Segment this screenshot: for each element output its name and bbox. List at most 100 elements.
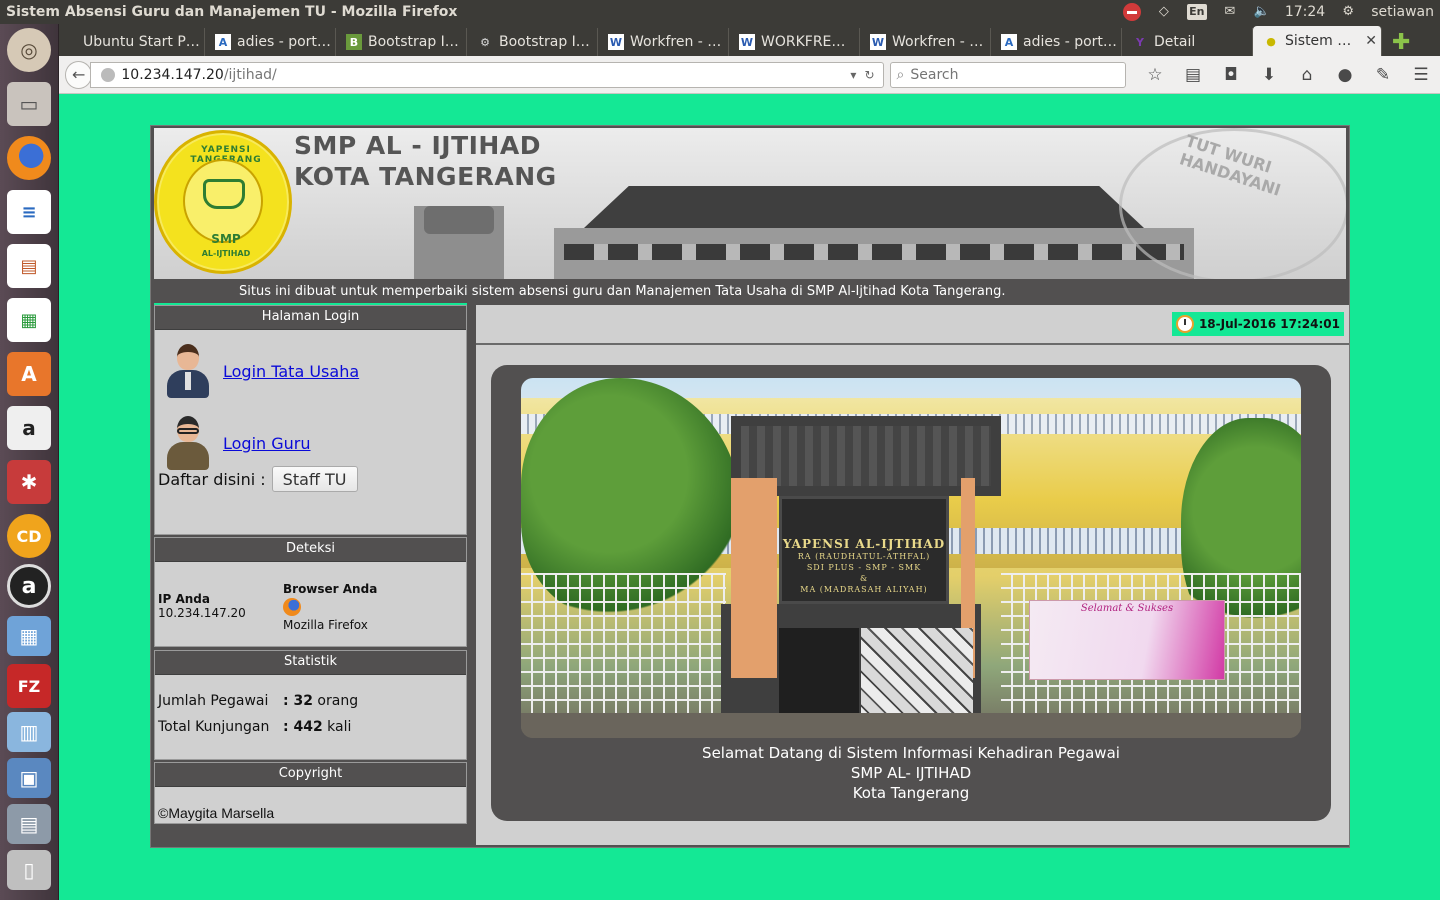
welcome-line1: Selamat Datang di Sistem Informasi Kehad…	[702, 744, 1120, 762]
statistics-panel: Statistik Jumlah Pegawai : 32 orang Tota…	[154, 650, 467, 760]
app-icon[interactable]: ▥	[7, 712, 51, 752]
register-staff-tu-button[interactable]: Staff TU	[271, 466, 358, 492]
window-title: Sistem Absensi Guru dan Manajemen TU - M…	[6, 4, 458, 20]
tab[interactable]: B Bootstrap I…	[336, 28, 467, 56]
search-bar[interactable]: ⌕	[889, 61, 1126, 88]
amazon-icon[interactable]: a	[7, 406, 51, 450]
visit-count-unit: kali	[322, 719, 352, 735]
site-title-line2: KOTA TANGERANG	[294, 162, 557, 191]
tab[interactable]: A adies - port…	[205, 28, 336, 56]
libreoffice-writer-icon[interactable]: ≡	[7, 190, 51, 234]
copyright-panel-heading: Copyright	[155, 763, 466, 787]
school-logo: YAPENSI TANGERANG SMP AL-IJTIHAD	[154, 130, 292, 274]
page-viewport: TUT WURI HANDAYANI YAPENSI TANGERANG SMP…	[59, 94, 1440, 900]
tab-label: Detail	[1154, 34, 1196, 50]
login-panel: Halaman Login Login Tata Usaha Login Gur…	[154, 305, 467, 535]
libreoffice-impress-icon[interactable]: ▤	[7, 244, 51, 288]
workspaces-icon[interactable]: ▦	[7, 616, 51, 656]
site-title-line1: SMP AL - IJTIHAD	[294, 131, 541, 160]
home-icon[interactable]: ⌂	[1288, 61, 1326, 89]
detection-panel: Deteksi IP Anda 10.234.147.20 Browser An…	[154, 537, 467, 647]
tab[interactable]: W Workfren - …	[860, 28, 991, 56]
site-header: TUT WURI HANDAYANI YAPENSI TANGERANG SMP…	[154, 128, 1346, 279]
clock-icon	[1175, 315, 1194, 333]
extension-icon[interactable]: ✎	[1364, 61, 1402, 89]
detection-panel-heading: Deteksi	[155, 538, 466, 562]
pocket-icon[interactable]: ◘	[1212, 61, 1250, 89]
welcome-message: Selamat Datang di Sistem Informasi Kehad…	[491, 743, 1331, 803]
wifi-icon[interactable]: ◇	[1155, 4, 1173, 20]
page-container: TUT WURI HANDAYANI YAPENSI TANGERANG SMP…	[150, 125, 1350, 848]
user-name[interactable]: setiawan	[1371, 4, 1434, 20]
menu-icon[interactable]: ☰	[1402, 61, 1440, 89]
congratulation-banner: Selamat & Sukses	[1029, 600, 1225, 680]
libreoffice-calc-icon[interactable]: ▦	[7, 298, 51, 342]
filezilla-icon[interactable]: FZ	[7, 664, 51, 708]
url-bar[interactable]: 10.234.147.20/ijtihad/ ▾ ↻	[90, 61, 884, 88]
tab-favicon: W	[608, 34, 624, 50]
teacher-avatar-icon	[163, 414, 213, 472]
sidebar: Halaman Login Login Tata Usaha Login Gur…	[152, 305, 469, 845]
employee-count-label: Jumlah Pegawai	[158, 693, 269, 709]
browser-label: Browser Anda	[283, 582, 378, 596]
tab[interactable]: A adies - port…	[991, 28, 1122, 56]
login-guru-link[interactable]: Login Guru	[223, 434, 311, 453]
app-icon[interactable]: ▣	[7, 758, 51, 798]
back-button[interactable]: ←	[65, 60, 93, 89]
datetime-display: 18-Jul-2016 17:24:01	[1171, 312, 1344, 336]
ubuntu-software-icon[interactable]: A	[7, 352, 51, 396]
files-icon[interactable]: ▭	[7, 82, 51, 126]
tab-label: Workfren - …	[892, 34, 984, 50]
employee-count-unit: orang	[312, 693, 359, 709]
tab-favicon: ⚙	[480, 35, 490, 49]
bookmark-star-icon[interactable]: ☆	[1136, 61, 1174, 89]
main-top-bar: 18-Jul-2016 17:24:01	[476, 305, 1349, 345]
dash-home-icon[interactable]: ◎	[7, 28, 51, 72]
cd-burner-icon[interactable]: CD	[7, 514, 51, 558]
stop-icon[interactable]	[1122, 3, 1141, 21]
reload-icon[interactable]: ↻	[864, 68, 874, 82]
login-tata-usaha-link[interactable]: Login Tata Usaha	[223, 362, 359, 381]
site-info-icon[interactable]	[101, 67, 116, 82]
audacious-icon[interactable]: a	[7, 564, 51, 608]
tab[interactable]: W Workfren - …	[598, 28, 729, 56]
volume-icon[interactable]: 🔈	[1253, 4, 1271, 20]
chat-icon[interactable]: ●	[1326, 61, 1364, 89]
trash-icon[interactable]: ▯	[7, 850, 51, 890]
employee-count-value: : 32	[283, 693, 313, 709]
search-input[interactable]	[910, 66, 1111, 83]
tab[interactable]: Ubuntu Start P…	[59, 28, 205, 56]
tab-favicon: B	[346, 34, 362, 50]
tab[interactable]: ⚙ Bootstrap I…	[467, 28, 598, 56]
tab-label: WORKFRE…	[761, 34, 846, 50]
history-dropdown-icon[interactable]: ▾	[850, 68, 856, 82]
site-title: SMP AL - IJTIHAD KOTA TANGERANG	[294, 130, 557, 192]
url-host: 10.234.147.20	[121, 66, 224, 83]
navigation-bar: ← 10.234.147.20/ijtihad/ ▾ ↻ ⌕ ☆ ▤ ◘ ⬇ ⌂ …	[59, 56, 1440, 94]
statistics-panel-heading: Statistik	[155, 651, 466, 675]
app-icon[interactable]: ▤	[7, 804, 51, 844]
tab[interactable]: W WORKFRE…	[729, 28, 860, 56]
visit-count-label: Total Kunjungan	[158, 719, 270, 735]
main-content: 18-Jul-2016 17:24:01 YAPENSI AL-IJTIHAD …	[476, 305, 1349, 845]
system-settings-icon[interactable]: ✱	[7, 460, 51, 504]
tab-label: adies - port…	[1023, 34, 1117, 50]
keyboard-language-indicator[interactable]: En	[1186, 4, 1207, 20]
tab[interactable]: Y Detail	[1122, 28, 1253, 56]
mail-icon[interactable]: ✉	[1221, 4, 1239, 20]
toolbar-icons: ☆ ▤ ◘ ⬇ ⌂ ● ✎ ☰	[1136, 61, 1440, 89]
tab-favicon: W	[739, 34, 755, 50]
url-path: /ijtihad/	[223, 66, 277, 83]
firefox-icon[interactable]	[7, 136, 51, 180]
gear-icon[interactable]: ⚙	[1339, 4, 1357, 20]
tab-bar: Ubuntu Start P… A adies - port… B Bootst…	[59, 24, 1440, 56]
tab-active[interactable]: ● Sistem … ✕	[1253, 26, 1382, 56]
tab-label: Sistem …	[1285, 33, 1352, 49]
reading-list-icon[interactable]: ▤	[1174, 61, 1212, 89]
login-panel-heading: Halaman Login	[155, 306, 466, 330]
close-icon[interactable]: ✕	[1365, 33, 1377, 49]
downloads-icon[interactable]: ⬇	[1250, 61, 1288, 89]
tab-favicon: Y	[1136, 35, 1144, 49]
clock[interactable]: 17:24	[1285, 4, 1325, 20]
new-tab-button[interactable]: ✚	[1382, 28, 1420, 56]
